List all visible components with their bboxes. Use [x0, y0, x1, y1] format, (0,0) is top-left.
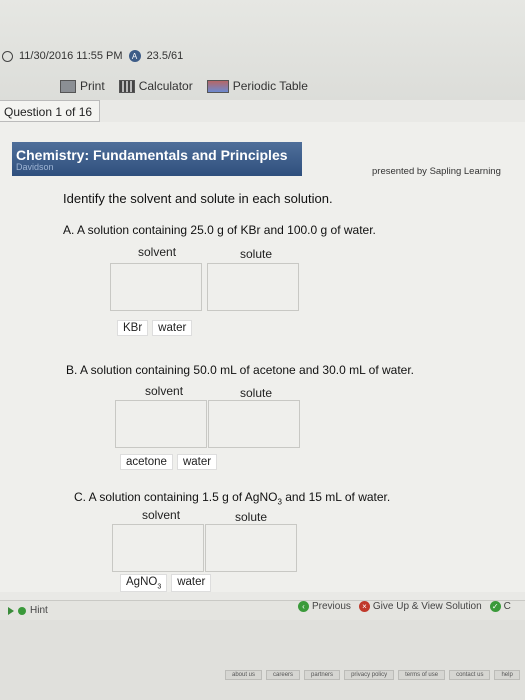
chip-agno3-subscript: 3	[157, 583, 162, 591]
part-c-chips: AgNO3 water	[120, 574, 212, 593]
give-up-button[interactable]: × Give Up & View Solution	[358, 601, 482, 612]
presented-by: presented by Sapling Learning	[372, 166, 501, 177]
check-button[interactable]: ✓ C	[489, 601, 511, 612]
print-label: Print	[80, 79, 105, 93]
chip-agno3-text: AgNO	[126, 576, 158, 588]
link-help[interactable]: help	[494, 670, 520, 680]
periodic-table-button[interactable]: Periodic Table	[206, 79, 308, 93]
check-icon: ✓	[489, 601, 501, 612]
status-bar: 11/30/2016 11:55 PM A 23.5/61	[2, 50, 183, 62]
part-b-solute-label: solute	[240, 386, 273, 400]
part-a-solvent-label: solvent	[138, 245, 177, 259]
link-terms-of-use[interactable]: terms of use	[398, 670, 446, 680]
course-title: Chemistry: Fundamentals and Principles	[16, 147, 288, 163]
part-b-solvent-dropzone[interactable]	[115, 400, 207, 448]
part-a-solute-dropzone[interactable]	[207, 263, 299, 311]
question-tab[interactable]: Question 1 of 16	[0, 100, 100, 122]
play-arrow-icon	[8, 606, 14, 615]
part-c-title-rest: and 15 mL of water.	[281, 490, 391, 504]
close-icon: ×	[358, 601, 370, 612]
printer-icon	[60, 79, 76, 93]
check-label: C	[503, 601, 511, 612]
print-button[interactable]: Print	[60, 79, 105, 93]
part-c-solvent-label: solvent	[142, 508, 181, 522]
clock-icon	[2, 50, 13, 62]
bottom-bar	[0, 620, 525, 700]
chip-kbr[interactable]: KBr	[117, 320, 149, 336]
hint-button[interactable]: Hint	[8, 605, 48, 616]
course-header: Chemistry: Fundamentals and Principles D…	[12, 142, 302, 176]
link-careers[interactable]: careers	[266, 670, 301, 680]
link-contact-us[interactable]: contact us	[449, 670, 491, 680]
nav-buttons: ‹ Previous × Give Up & View Solution ✓ C	[298, 601, 511, 612]
link-privacy-policy[interactable]: privacy policy	[344, 670, 395, 680]
calculator-label: Calculator	[138, 79, 193, 93]
datetime: 11/30/2016 11:55 PM	[19, 50, 123, 62]
instructor-name: Davidson	[16, 162, 54, 172]
part-c-solvent-dropzone[interactable]	[112, 524, 204, 572]
hint-label: Hint	[30, 605, 48, 616]
give-up-label: Give Up & View Solution	[372, 601, 482, 612]
part-b-title: B. A solution containing 50.0 mL of acet…	[66, 363, 415, 377]
toolbar: Print Calculator Periodic Table	[60, 79, 308, 93]
question-text: Identify the solvent and solute in each …	[63, 191, 333, 206]
periodic-table-label: Periodic Table	[232, 79, 308, 93]
part-c-solute-dropzone[interactable]	[205, 524, 297, 572]
chip-water[interactable]: water	[171, 574, 212, 593]
part-a-solute-label: solute	[240, 247, 273, 261]
previous-button[interactable]: ‹ Previous	[298, 601, 351, 612]
chip-acetone[interactable]: acetone	[120, 454, 173, 470]
calculator-icon	[118, 79, 135, 93]
score-icon: A	[128, 50, 141, 62]
part-a-chips: KBr water	[117, 320, 193, 336]
lightbulb-icon	[18, 606, 26, 615]
link-partners[interactable]: partners	[304, 670, 341, 680]
link-about-us[interactable]: about us	[225, 670, 263, 680]
arrow-left-icon: ‹	[298, 601, 309, 612]
footer-links: about us careers partners privacy policy…	[225, 670, 520, 680]
part-a-solvent-dropzone[interactable]	[110, 263, 202, 311]
part-a-title: A. A solution containing 25.0 g of KBr a…	[63, 223, 376, 237]
part-b-chips: acetone water	[120, 454, 218, 470]
chip-water[interactable]: water	[176, 454, 218, 470]
part-b-solute-dropzone[interactable]	[208, 400, 300, 448]
periodic-table-icon	[206, 79, 229, 93]
part-c-title-text: C. A solution containing 1.5 g of AgNO	[74, 490, 278, 504]
chip-agno3[interactable]: AgNO3	[120, 574, 168, 593]
part-c-title: C. A solution containing 1.5 g of AgNO3 …	[74, 490, 390, 506]
score: 23.5/61	[146, 50, 184, 62]
calculator-button[interactable]: Calculator	[118, 79, 193, 93]
part-b-solvent-label: solvent	[145, 384, 184, 398]
previous-label: Previous	[312, 601, 351, 612]
part-c-solute-label: solute	[235, 510, 268, 524]
chip-water[interactable]: water	[152, 320, 193, 336]
